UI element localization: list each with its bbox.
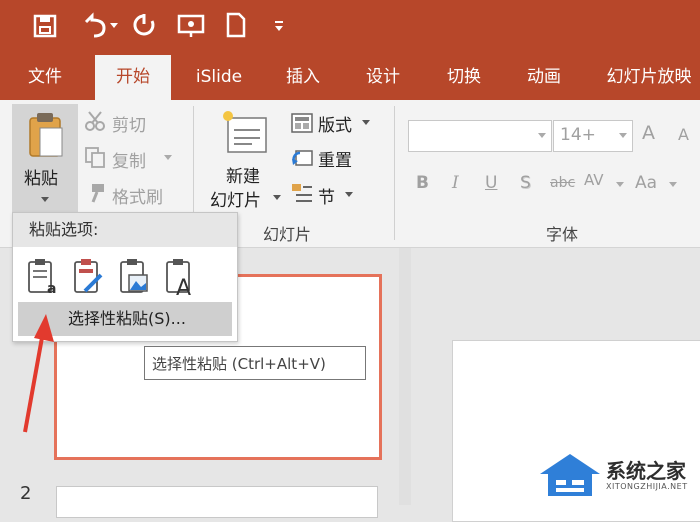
- paste-options-header: 粘贴选项:: [13, 213, 237, 247]
- paste-text-only-icon[interactable]: A: [163, 257, 197, 297]
- new-slide-button[interactable]: 新建 幻灯片: [208, 106, 284, 212]
- chevron-down-icon: [164, 155, 172, 160]
- scissors-icon: [85, 111, 105, 131]
- watermark-logo-icon: [540, 454, 600, 496]
- grow-font-button[interactable]: A: [642, 122, 655, 144]
- group-separator: [394, 106, 395, 240]
- bold-button[interactable]: B: [416, 173, 429, 193]
- slide-number-2: 2: [20, 483, 32, 504]
- ribbon-tabs: 文件 开始 iSlide 插入 设计 切换 动画 幻灯片放映: [0, 55, 700, 100]
- underline-button[interactable]: U: [485, 173, 497, 193]
- section-button[interactable]: 节: [318, 183, 335, 208]
- paste-special-tooltip: 选择性粘贴 (Ctrl+Alt+V): [144, 346, 366, 380]
- clipboard-icon: [29, 113, 63, 157]
- save-icon[interactable]: [32, 10, 58, 40]
- tab-home[interactable]: 开始: [95, 55, 171, 100]
- tab-design[interactable]: 设计: [352, 55, 414, 100]
- change-case-button[interactable]: Aa: [635, 173, 657, 193]
- undo-icon[interactable]: [80, 10, 120, 40]
- shrink-font-button[interactable]: A: [678, 125, 689, 144]
- new-file-icon[interactable]: [224, 10, 248, 40]
- font-group-label: 字体: [546, 225, 579, 244]
- new-slide-label-line1: 新建: [226, 167, 260, 187]
- redo-icon[interactable]: [132, 10, 158, 40]
- font-size-value: 14+: [560, 125, 596, 145]
- presentation-icon[interactable]: [176, 10, 206, 40]
- strikethrough-button[interactable]: abc: [550, 175, 575, 191]
- tab-insert[interactable]: 插入: [272, 55, 334, 100]
- paste-keep-source-formatting-icon[interactable]: [71, 257, 105, 297]
- paste-button[interactable]: 粘贴: [12, 104, 78, 212]
- reset-button[interactable]: 重置: [318, 146, 352, 171]
- reset-icon: [292, 150, 313, 166]
- layout-button[interactable]: 版式: [318, 111, 352, 136]
- chevron-down-icon: [616, 182, 624, 187]
- tab-animations[interactable]: 动画: [512, 55, 576, 100]
- font-name-combobox[interactable]: [408, 120, 552, 152]
- svg-text:A: A: [176, 276, 191, 297]
- chevron-down-icon: [362, 120, 370, 125]
- title-bar: [0, 0, 700, 55]
- customize-toolbar-icon[interactable]: [272, 10, 286, 40]
- new-slide-icon: [223, 111, 267, 153]
- cut-button[interactable]: 剪切: [112, 111, 146, 136]
- slide-thumbnail-2[interactable]: [56, 486, 378, 518]
- section-icon: [292, 184, 312, 202]
- chevron-down-icon: [273, 195, 281, 200]
- paste-label: 粘贴: [24, 169, 58, 189]
- watermark-text: 系统之家: [606, 459, 686, 483]
- chevron-down-icon: [538, 133, 546, 138]
- copy-button[interactable]: 复制: [112, 147, 146, 172]
- chevron-down-icon: [669, 182, 677, 187]
- paste-picture-icon[interactable]: [117, 257, 151, 297]
- tab-file[interactable]: 文件: [12, 55, 78, 100]
- thumbnail-scrollbar[interactable]: [399, 248, 411, 505]
- italic-button[interactable]: I: [452, 173, 459, 193]
- format-painter-button[interactable]: 格式刷: [112, 183, 163, 208]
- tab-islide[interactable]: iSlide: [182, 55, 256, 100]
- layout-icon: [291, 113, 313, 133]
- character-spacing-button[interactable]: AV: [584, 171, 604, 189]
- new-slide-label-line2: 幻灯片: [210, 191, 261, 211]
- paste-use-destination-theme-icon[interactable]: a: [25, 257, 59, 297]
- chevron-down-icon: [619, 133, 627, 138]
- chevron-down-icon: [345, 192, 353, 197]
- tab-slideshow[interactable]: 幻灯片放映: [598, 55, 700, 100]
- font-size-combobox[interactable]: 14+: [553, 120, 633, 152]
- format-painter-icon: [91, 184, 104, 203]
- slides-group-label: 幻灯片: [263, 225, 312, 244]
- annotation-arrow: [23, 314, 54, 433]
- text-shadow-button[interactable]: S: [520, 173, 531, 193]
- copy-icon: [85, 147, 105, 168]
- chevron-down-icon: [41, 197, 49, 202]
- tab-transitions[interactable]: 切换: [432, 55, 496, 100]
- svg-text:a: a: [47, 281, 56, 297]
- watermark-subtext: XITONGZHIJIA.NET: [606, 482, 688, 491]
